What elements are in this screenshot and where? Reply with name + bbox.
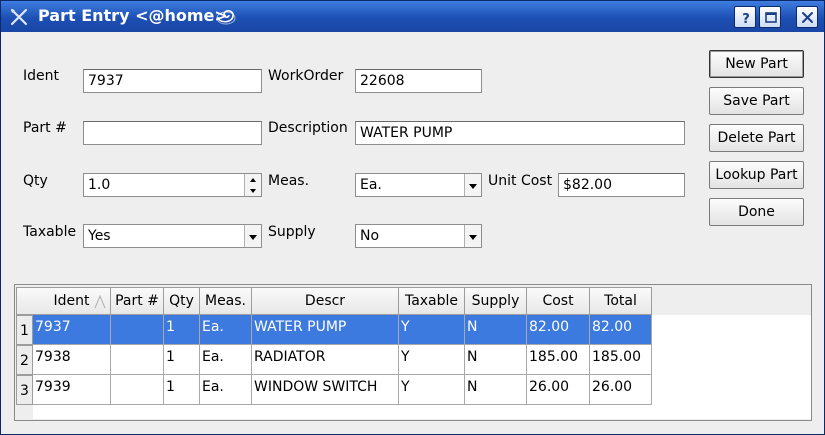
chevron-down-icon bbox=[249, 235, 257, 240]
lookup-part-button[interactable]: Lookup Part bbox=[709, 161, 804, 189]
column-header-label: Ident bbox=[53, 293, 90, 309]
meas-select[interactable]: Ea. bbox=[355, 173, 482, 197]
table-cell-cost[interactable]: 82.00 bbox=[527, 315, 590, 345]
part-entry-window: Part Entry <@home> ? Ident 7937 WorkOrde… bbox=[0, 0, 825, 435]
chevron-down-icon bbox=[469, 235, 477, 240]
spin-down-icon bbox=[250, 189, 256, 193]
table-cell-part[interactable] bbox=[111, 345, 164, 375]
table-cell-descr[interactable]: WINDOW SWITCH bbox=[252, 375, 399, 405]
table-cell-part[interactable] bbox=[111, 375, 164, 405]
supply-dropdown-arrow[interactable] bbox=[464, 225, 481, 247]
table-cell-supply[interactable]: N bbox=[465, 315, 527, 345]
partnum-label: Part # bbox=[23, 120, 67, 136]
column-header-meas[interactable]: Meas. bbox=[200, 287, 252, 315]
column-header-total[interactable]: Total bbox=[590, 287, 652, 315]
sort-ascending-icon bbox=[94, 295, 106, 309]
column-header-taxable[interactable]: Taxable bbox=[399, 287, 465, 315]
partnum-field[interactable] bbox=[83, 121, 262, 145]
taxable-value: Yes bbox=[88, 228, 111, 244]
table-cell-ident[interactable]: 7938 bbox=[33, 345, 111, 375]
column-header-label: Part # bbox=[115, 293, 159, 309]
table-cell-total[interactable]: 82.00 bbox=[590, 315, 652, 345]
help-button[interactable]: ? bbox=[734, 6, 756, 28]
table-cell-total[interactable]: 185.00 bbox=[590, 345, 652, 375]
ident-label: Ident bbox=[23, 68, 59, 84]
supply-label: Supply bbox=[268, 224, 316, 240]
qty-stepper[interactable] bbox=[244, 174, 261, 196]
table-cell-descr[interactable]: RADIATOR bbox=[252, 345, 399, 375]
column-header-cost[interactable]: Cost bbox=[527, 287, 590, 315]
column-header-supply[interactable]: Supply bbox=[465, 287, 527, 315]
delete-part-button[interactable]: Delete Part bbox=[709, 124, 804, 152]
table-cell-descr[interactable]: WATER PUMP bbox=[252, 315, 399, 345]
parts-table[interactable]: Ident Part # Qty Meas. Descr Taxable Supply Cos… bbox=[14, 284, 812, 421]
row-number[interactable]: 3 bbox=[16, 375, 33, 405]
title-bar[interactable]: Part Entry <@home> ? bbox=[1, 1, 824, 32]
taxable-label: Taxable bbox=[23, 224, 77, 240]
table-cell-qty[interactable]: 1 bbox=[164, 375, 200, 405]
table-cell-meas[interactable]: Ea. bbox=[200, 345, 252, 375]
chevron-down-icon bbox=[469, 184, 477, 189]
table-cell-cost[interactable]: 26.00 bbox=[527, 375, 590, 405]
qty-label: Qty bbox=[23, 173, 48, 189]
unitcost-field[interactable]: $82.00 bbox=[558, 173, 685, 197]
column-header-label: Qty bbox=[169, 293, 194, 309]
meas-dropdown-arrow[interactable] bbox=[464, 174, 481, 196]
taxable-select[interactable]: Yes bbox=[83, 224, 262, 248]
taxable-dropdown-arrow[interactable] bbox=[244, 225, 261, 247]
table-cell-ident[interactable]: 7939 bbox=[33, 375, 111, 405]
qty-spinbox[interactable]: 1.0 bbox=[83, 173, 262, 197]
table-cell-taxable[interactable]: Y bbox=[399, 375, 465, 405]
workorder-label: WorkOrder bbox=[268, 68, 344, 84]
close-button[interactable] bbox=[796, 6, 818, 28]
ident-field[interactable]: 7937 bbox=[83, 69, 262, 93]
window-title: Part Entry <@home> bbox=[38, 6, 228, 25]
column-header-descr[interactable]: Descr bbox=[252, 287, 399, 315]
column-header-qty[interactable]: Qty bbox=[164, 287, 200, 315]
supply-select[interactable]: No bbox=[355, 224, 482, 248]
column-header-label: Cost bbox=[542, 293, 574, 309]
workorder-field[interactable]: 22608 bbox=[355, 69, 482, 93]
column-header-label: Meas. bbox=[204, 293, 246, 309]
meas-label: Meas. bbox=[268, 173, 310, 189]
table-cell-ident[interactable]: 7937 bbox=[33, 315, 111, 345]
new-part-button[interactable]: New Part bbox=[709, 50, 804, 78]
table-cell-supply[interactable]: N bbox=[465, 375, 527, 405]
table-cell-taxable[interactable]: Y bbox=[399, 345, 465, 375]
table-cell-total[interactable]: 26.00 bbox=[590, 375, 652, 405]
done-button[interactable]: Done bbox=[709, 198, 804, 226]
maximize-button[interactable] bbox=[759, 6, 781, 28]
column-header-label: Supply bbox=[471, 293, 520, 309]
table-cell-meas[interactable]: Ea. bbox=[200, 315, 252, 345]
close-icon bbox=[802, 12, 813, 23]
column-header-label: Total bbox=[604, 293, 637, 309]
column-header-part[interactable]: Part # bbox=[111, 287, 164, 315]
supply-value: No bbox=[360, 228, 380, 244]
table-cell-taxable[interactable]: Y bbox=[399, 315, 465, 345]
table-cell-cost[interactable]: 185.00 bbox=[527, 345, 590, 375]
qty-decrement[interactable] bbox=[245, 185, 261, 196]
maximize-icon bbox=[765, 12, 777, 23]
table-cell-supply[interactable]: N bbox=[465, 345, 527, 375]
column-header-ident[interactable]: Ident bbox=[33, 287, 111, 315]
save-part-button[interactable]: Save Part bbox=[709, 87, 804, 115]
qty-value: 1.0 bbox=[88, 177, 111, 193]
table-cell-part[interactable] bbox=[111, 315, 164, 345]
meas-value: Ea. bbox=[360, 177, 382, 193]
row-number[interactable]: 2 bbox=[16, 345, 33, 375]
row-number[interactable]: 1 bbox=[16, 315, 33, 345]
table-corner[interactable] bbox=[16, 287, 34, 315]
app-tools-icon[interactable] bbox=[9, 7, 29, 27]
table-cell-qty[interactable]: 1 bbox=[164, 345, 200, 375]
description-label: Description bbox=[268, 120, 348, 136]
swirl-icon bbox=[216, 10, 236, 25]
svg-text:?: ? bbox=[742, 12, 750, 27]
table-cell-meas[interactable]: Ea. bbox=[200, 375, 252, 405]
unitcost-label: Unit Cost bbox=[488, 173, 553, 189]
description-field[interactable]: WATER PUMP bbox=[355, 121, 685, 145]
help-icon: ? bbox=[742, 12, 750, 27]
table-cell-qty[interactable]: 1 bbox=[164, 315, 200, 345]
column-header-label: Descr bbox=[304, 293, 346, 309]
column-header-label: Taxable bbox=[404, 293, 459, 309]
